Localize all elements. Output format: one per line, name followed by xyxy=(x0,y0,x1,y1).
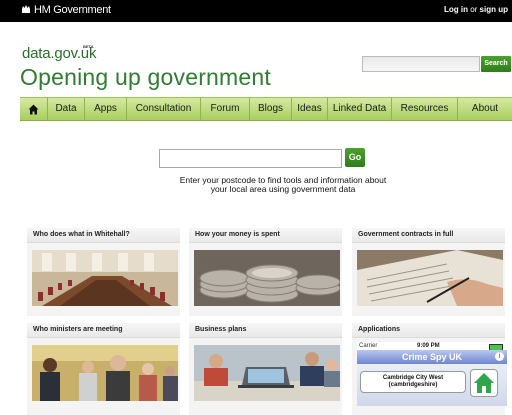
nav-item-about[interactable]: About xyxy=(458,98,512,120)
auth-links: Log in or sign up xyxy=(444,5,508,14)
nav-home[interactable] xyxy=(20,98,48,120)
tile-money[interactable]: How your money is spent xyxy=(189,228,342,316)
app-body: Cambridge City West (cambridgeshire) xyxy=(357,364,507,406)
top-bar: HM Government Log in or sign up xyxy=(0,0,512,22)
phone-app-screenshot[interactable]: Carrier 9:09 PM Crime Spy UK i Cambridge… xyxy=(357,342,507,406)
conference-room-photo[interactable] xyxy=(32,250,178,306)
nav-item-blogs[interactable]: Blogs xyxy=(250,98,292,120)
main-nav: Data Apps Consultation Forum Blogs Ideas… xyxy=(20,97,512,121)
nav-item-resources[interactable]: Resources xyxy=(392,98,458,120)
tile-applications[interactable]: Applications Carrier 9:09 PM Crime Spy U… xyxy=(352,323,507,415)
tile-title[interactable]: How your money is spent xyxy=(189,228,342,243)
nav-item-ideas[interactable]: Ideas xyxy=(292,98,328,120)
government-name: HM Government xyxy=(34,4,111,16)
crown-crest-icon xyxy=(22,5,30,13)
login-link[interactable]: Log in xyxy=(444,5,468,14)
phone-clock: 9:09 PM xyxy=(417,343,440,349)
tile-whitehall[interactable]: Who does what in Whitehall? xyxy=(27,228,180,316)
green-home-icon xyxy=(474,373,494,393)
site-search-input[interactable] xyxy=(362,56,480,72)
postcode-help-line-2: your local area using government data xyxy=(210,184,356,194)
tile-ministers[interactable]: Who ministers are meeting xyxy=(27,323,180,415)
signup-link[interactable]: sign up xyxy=(480,5,508,14)
home-icon xyxy=(28,104,39,114)
location-line-1: Cambridge City West xyxy=(382,375,444,381)
site-tagline: Opening up government xyxy=(20,64,271,90)
hm-government-logo[interactable]: HM Government xyxy=(21,4,111,16)
postcode-help-text: Enter your postcode to find tools and in… xyxy=(160,176,406,194)
coins-photo[interactable] xyxy=(194,250,340,306)
app-home-button xyxy=(470,369,498,397)
nav-item-linked-data[interactable]: Linked Data xyxy=(328,98,392,120)
beta-badge: BETA xyxy=(83,44,94,49)
app-name: Crime Spy UK xyxy=(401,352,463,362)
carrier-label: Carrier xyxy=(359,343,378,349)
postcode-go-button[interactable]: Go xyxy=(345,148,365,167)
nav-item-consultation[interactable]: Consultation xyxy=(127,98,201,120)
tile-contracts[interactable]: Government contracts in full xyxy=(352,228,505,316)
tile-title[interactable]: Government contracts in full xyxy=(352,228,505,243)
site-search-button[interactable]: Search xyxy=(481,56,511,72)
app-title-bar: Crime Spy UK i xyxy=(357,350,507,364)
tile-title[interactable]: Who ministers are meeting xyxy=(27,323,180,338)
signing-document-photo[interactable] xyxy=(357,250,503,306)
info-icon: i xyxy=(495,352,504,361)
tile-title[interactable]: Who does what in Whitehall? xyxy=(27,228,180,243)
or-text: or xyxy=(467,5,480,14)
tile-title[interactable]: Applications xyxy=(352,323,505,338)
tile-business-plans[interactable]: Business plans xyxy=(189,323,342,415)
nav-item-data[interactable]: Data xyxy=(48,98,85,120)
nav-item-forum[interactable]: Forum xyxy=(201,98,250,120)
tile-title[interactable]: Business plans xyxy=(189,323,342,338)
laptop-meeting-photo[interactable] xyxy=(194,345,340,401)
location-line-2: (cambridgeshire) xyxy=(388,382,438,388)
location-box: Cambridge City West (cambridgeshire) xyxy=(360,371,466,393)
nav-item-apps[interactable]: Apps xyxy=(85,98,127,120)
postcode-input[interactable] xyxy=(159,149,342,168)
meeting-people-photo[interactable] xyxy=(32,345,178,401)
